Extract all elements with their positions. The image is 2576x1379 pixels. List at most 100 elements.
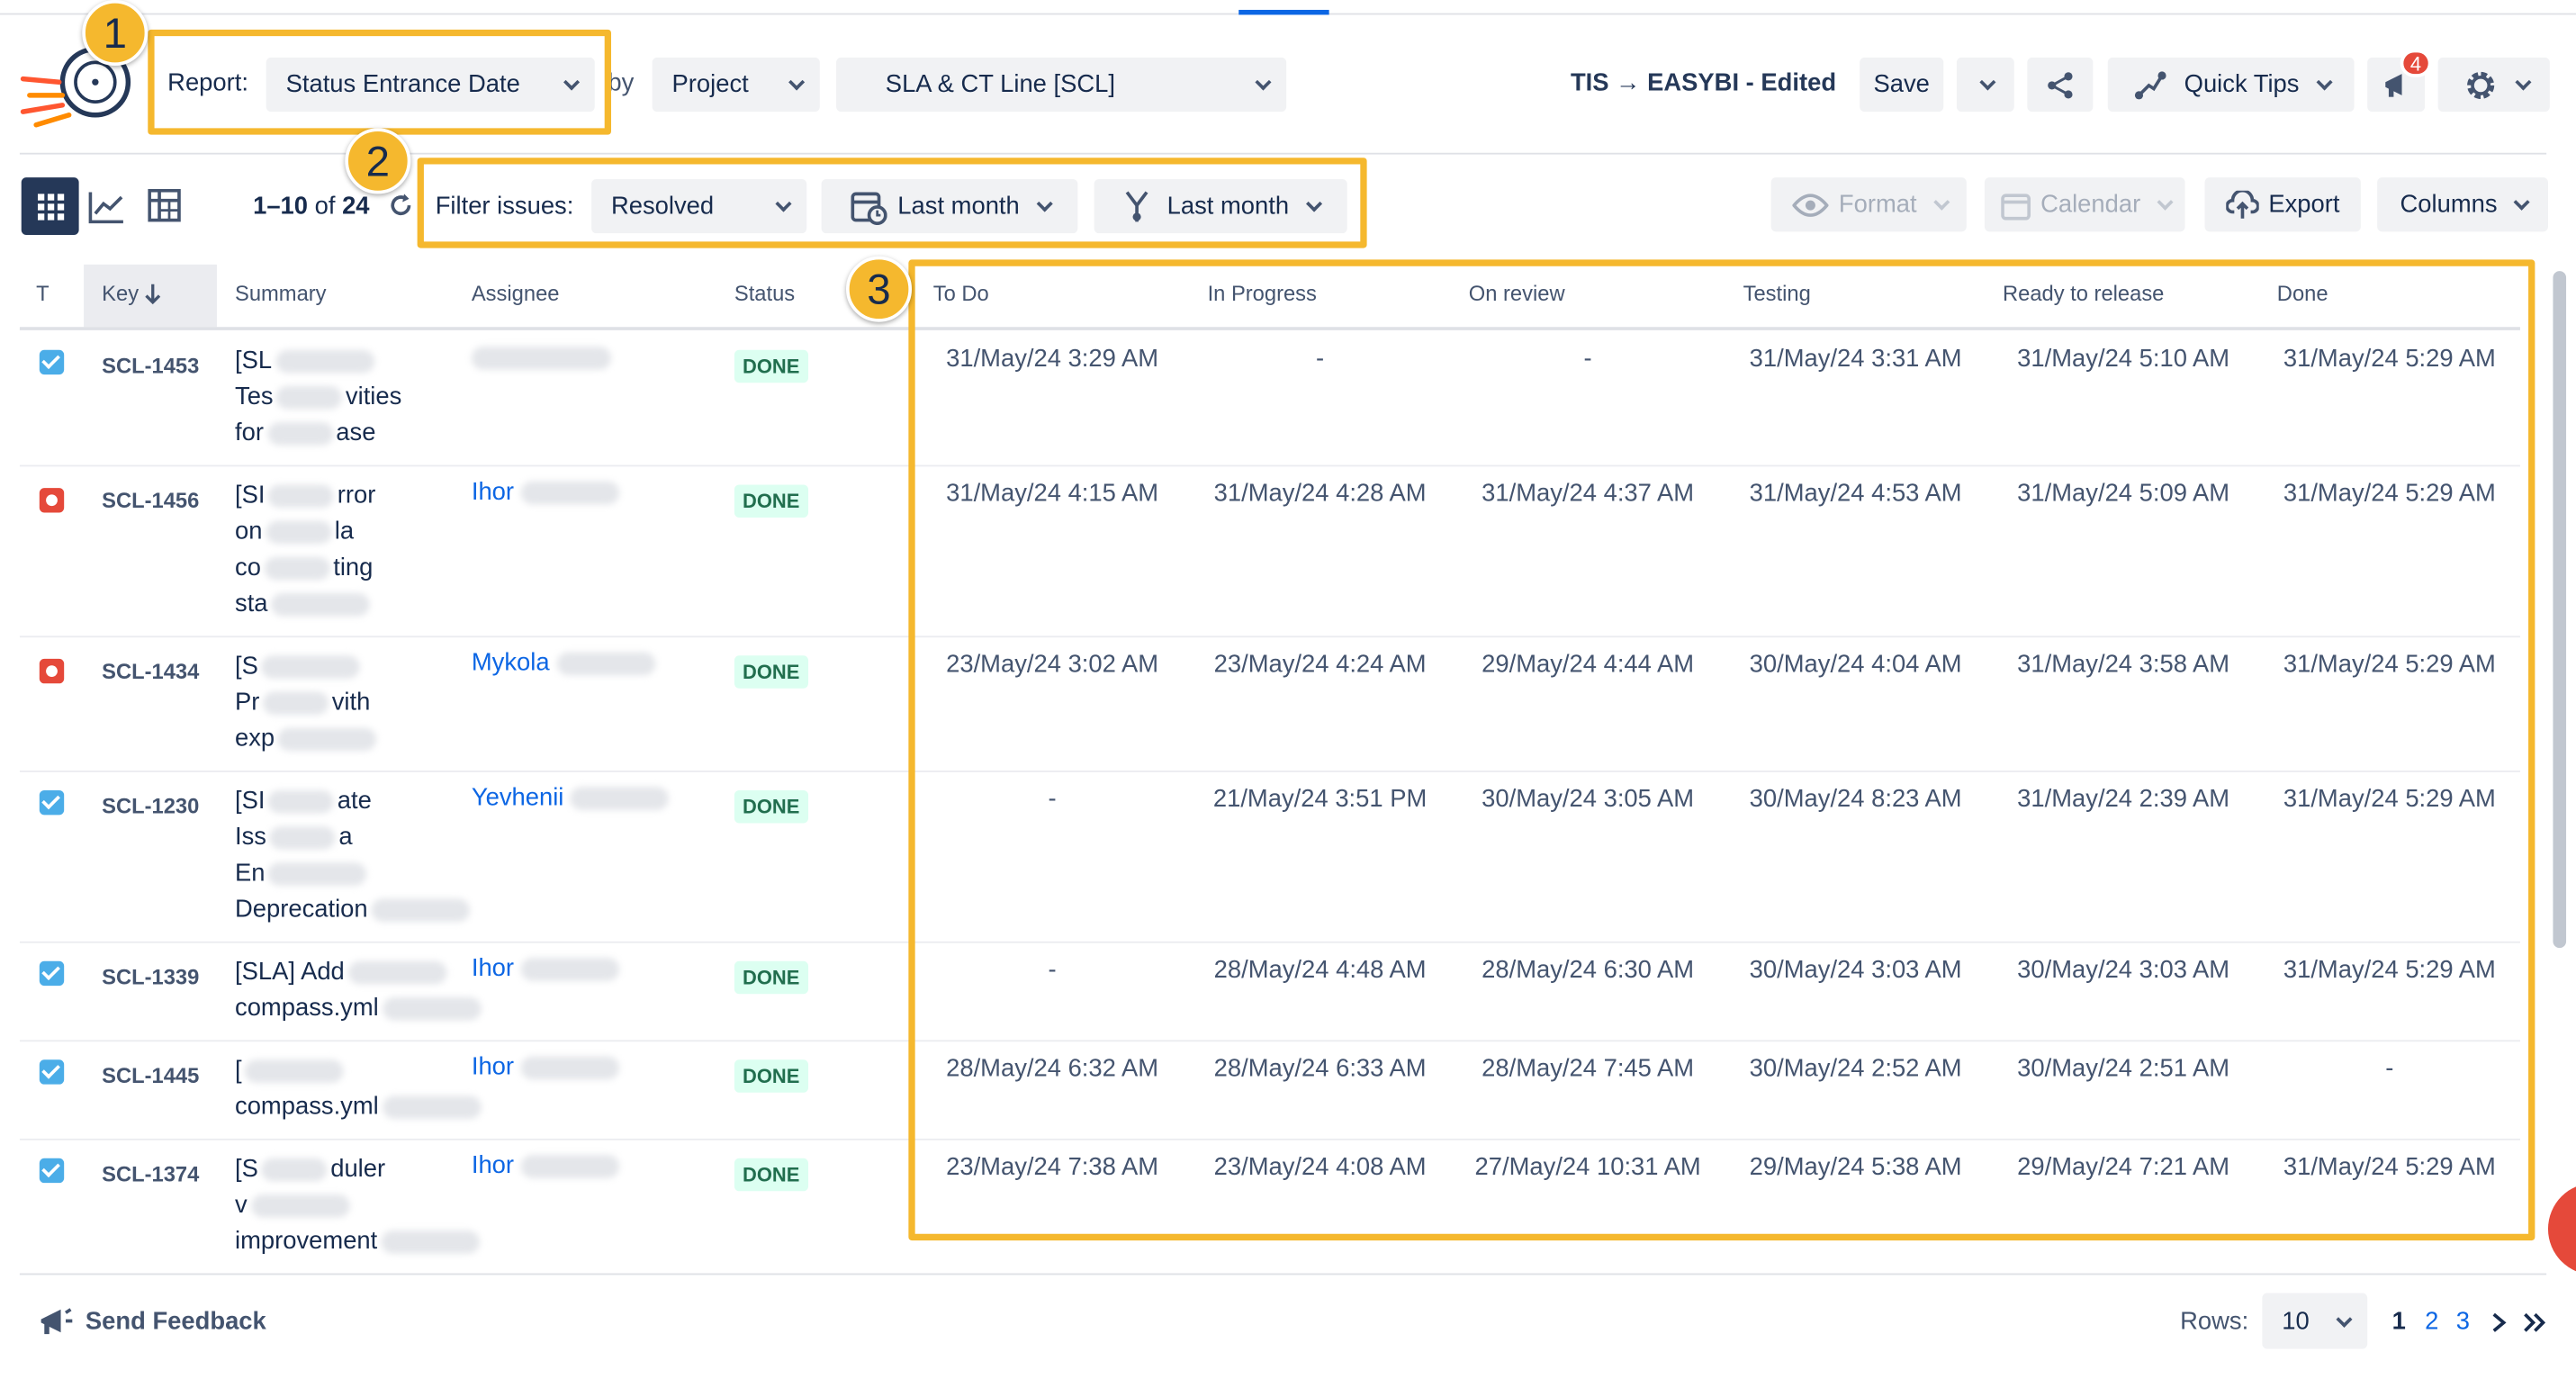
summary-line[interactable]: Pr vith	[235, 685, 370, 721]
help-launcher-button[interactable]	[2547, 1183, 2576, 1275]
issue-count-total: 24	[342, 192, 370, 221]
table-view-button[interactable]	[21, 177, 79, 236]
summary-line[interactable]: Tes vities	[235, 380, 401, 416]
summary-line[interactable]: [	[235, 1053, 347, 1089]
share-button[interactable]	[2027, 57, 2094, 113]
redacted-text	[266, 520, 332, 545]
grid-icon	[37, 193, 64, 220]
quick-tips-button[interactable]: Quick Tips	[2107, 57, 2355, 113]
group-by-value: Project	[671, 70, 749, 99]
save-options-button[interactable]	[1956, 57, 2014, 113]
col-header-type[interactable]: T	[36, 281, 50, 305]
summary-line[interactable]: for ase	[235, 416, 375, 452]
issue-key-link[interactable]: SCL-1230	[102, 794, 199, 818]
assignee-name: Ihor	[471, 954, 515, 983]
assignee-link[interactable]: Ihor	[472, 1053, 620, 1081]
redacted-text	[382, 1095, 481, 1120]
format-button[interactable]: Format	[1770, 177, 1967, 232]
calendar-button[interactable]: Calendar	[1984, 177, 2185, 232]
assignee-link[interactable]: Ihor	[471, 954, 620, 983]
page-link-3[interactable]: 3	[2456, 1308, 2470, 1336]
issue-key-link[interactable]: SCL-1434	[102, 659, 199, 683]
issue-key-link[interactable]: SCL-1456	[102, 488, 199, 512]
assignee-link[interactable]: Ihor	[471, 1151, 620, 1180]
page-link-1[interactable]: 1	[2392, 1308, 2406, 1336]
summary-line[interactable]: Iss a	[235, 820, 353, 856]
chart-view-button[interactable]	[88, 191, 125, 232]
summary-line[interactable]: Deprecation	[235, 892, 473, 928]
pivot-view-button[interactable]	[148, 188, 184, 233]
issue-key-link[interactable]: SCL-1374	[102, 1161, 199, 1185]
export-label: Export	[2268, 190, 2340, 219]
format-label: Format	[1838, 190, 1917, 219]
assignee-name: Ihor	[471, 1151, 515, 1180]
by-label: by	[608, 68, 635, 97]
assignee-link[interactable]	[471, 343, 611, 371]
table-scrollbar[interactable]	[2553, 271, 2567, 949]
chevron-down-icon	[2513, 194, 2530, 211]
send-feedback-link[interactable]: Send Feedback	[86, 1308, 266, 1336]
summary-line-text: [S	[235, 652, 258, 680]
col-header-status[interactable]: Status	[734, 281, 795, 305]
issue-key-link[interactable]: SCL-1339	[102, 964, 199, 988]
next-page-icon[interactable]	[2490, 1311, 2507, 1341]
col-header-key[interactable]: Key	[102, 281, 139, 305]
summary-line[interactable]: improvement	[235, 1224, 482, 1260]
status-badge: DONE	[734, 960, 808, 995]
issue-key-link[interactable]: SCL-1453	[102, 353, 199, 377]
line-chart-icon	[88, 192, 123, 224]
summary-line-tail: vith	[331, 688, 371, 717]
page-link-2[interactable]: 2	[2425, 1308, 2438, 1336]
redacted-text	[269, 826, 336, 850]
chevron-down-icon	[2336, 1310, 2353, 1327]
summary-line[interactable]: sta	[235, 587, 373, 623]
project-select[interactable]: SLA & CT Line [SCL]	[836, 57, 1287, 113]
summary-line[interactable]: En	[235, 856, 370, 892]
summary-line[interactable]: [S	[235, 649, 364, 685]
summary-line-text: Iss	[235, 823, 267, 852]
issue-key-link[interactable]: SCL-1445	[102, 1063, 199, 1087]
footer-divider	[19, 1273, 2547, 1275]
redacted-text	[276, 385, 343, 410]
summary-line[interactable]: compass.yml	[235, 991, 484, 1027]
summary-line[interactable]: exp	[235, 721, 380, 757]
redacted-text	[250, 1194, 349, 1218]
summary-line[interactable]: on la	[235, 514, 354, 550]
sort-desc-icon[interactable]	[145, 283, 161, 314]
export-button[interactable]: Export	[2204, 177, 2361, 232]
summary-line-tail: duler	[330, 1155, 386, 1184]
rows-per-page-select[interactable]: 10	[2262, 1293, 2368, 1349]
redacted-text	[277, 727, 377, 752]
summary-line[interactable]: co ting	[235, 550, 373, 586]
report-highlight-box	[148, 29, 611, 135]
project-value: SLA & CT Line [SCL]	[885, 70, 1116, 99]
summary-line[interactable]: [SL	[235, 343, 377, 379]
summary-line[interactable]: [S duler	[235, 1152, 385, 1188]
task-type-icon	[39, 789, 65, 816]
summary-line[interactable]: [SLA] Add	[235, 954, 450, 990]
assignee-name: Mykola	[471, 648, 550, 678]
col-header-assignee[interactable]: Assignee	[472, 281, 560, 305]
settings-button[interactable]	[2437, 57, 2550, 113]
step-marker-2: 2	[345, 128, 411, 194]
columns-button[interactable]: Columns	[2377, 177, 2548, 232]
summary-line[interactable]: v	[235, 1188, 353, 1224]
refresh-icon[interactable]	[388, 193, 414, 227]
redacted-text	[268, 484, 335, 509]
assignee-link[interactable]: Mykola	[472, 649, 655, 677]
summary-line[interactable]: [SI ate	[235, 784, 372, 820]
assignee-link[interactable]: Ihor	[471, 478, 620, 507]
summary-line[interactable]: compass.yml	[235, 1089, 484, 1125]
save-button[interactable]: Save	[1860, 57, 1944, 113]
calendar-icon	[2001, 193, 2031, 220]
assignee-link[interactable]: Yevhenii	[472, 784, 670, 812]
summary-line[interactable]: [SI rror	[235, 478, 375, 514]
assignee-name: Ihor	[471, 478, 515, 507]
summary-line-tail: ate	[337, 787, 372, 816]
col-header-summary[interactable]: Summary	[235, 281, 327, 305]
chevron-down-icon	[1979, 74, 1996, 91]
group-by-select[interactable]: Project	[652, 57, 820, 113]
summary-line-tail: ting	[333, 554, 374, 582]
summary-line-text: En	[235, 859, 266, 888]
last-page-icon[interactable]	[2522, 1311, 2548, 1341]
